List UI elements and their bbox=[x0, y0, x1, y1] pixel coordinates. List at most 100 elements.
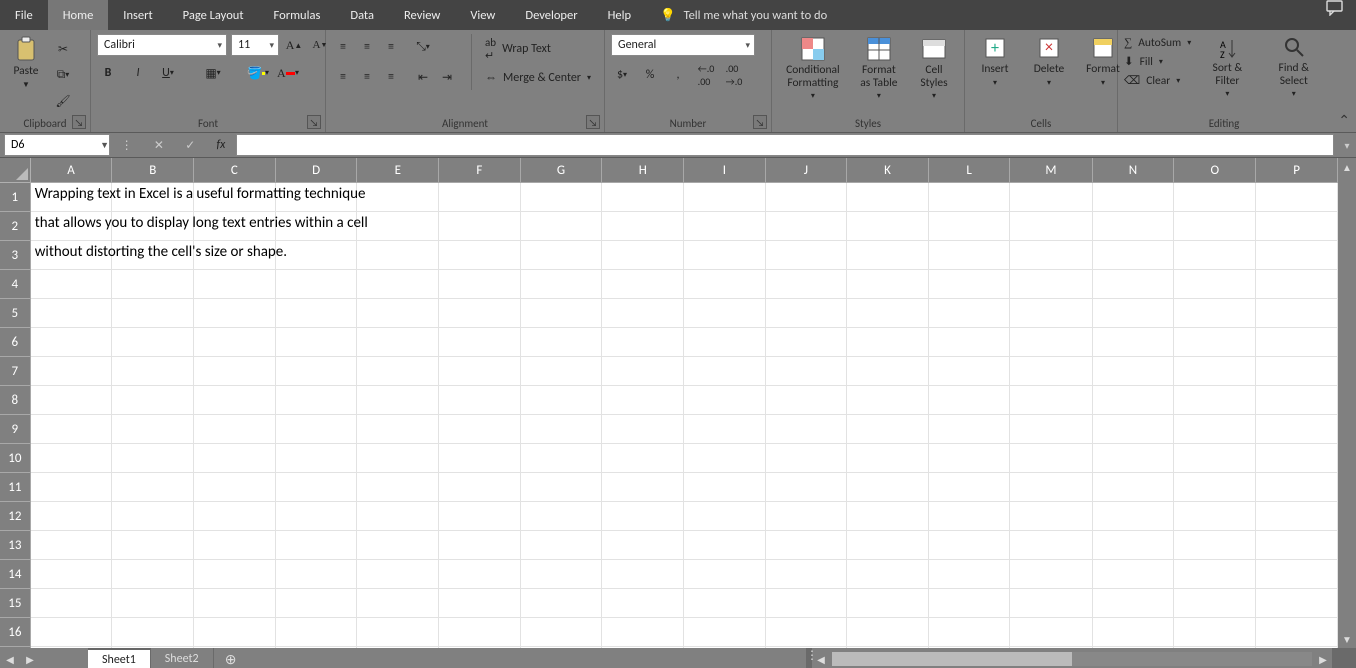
cell-O10[interactable] bbox=[1174, 444, 1256, 473]
name-box[interactable]: D6 ▼ bbox=[4, 134, 110, 156]
cell-E13[interactable] bbox=[357, 531, 439, 560]
cell-I17[interactable] bbox=[684, 647, 766, 649]
cell-N12[interactable] bbox=[1092, 502, 1174, 531]
cell-N14[interactable] bbox=[1092, 560, 1174, 589]
cell-D14[interactable] bbox=[275, 560, 357, 589]
row-header-8[interactable]: 8 bbox=[0, 386, 30, 415]
cell-O9[interactable] bbox=[1174, 415, 1256, 444]
cell-J1[interactable] bbox=[765, 183, 847, 212]
number-format-combo[interactable]: General bbox=[611, 34, 755, 56]
cell-L6[interactable] bbox=[928, 328, 1010, 357]
cell-N13[interactable] bbox=[1092, 531, 1174, 560]
cell-E17[interactable] bbox=[357, 647, 439, 649]
cell-A13[interactable] bbox=[30, 531, 112, 560]
col-header-O[interactable]: O bbox=[1174, 158, 1256, 183]
cell-L2[interactable] bbox=[928, 212, 1010, 241]
cell-J12[interactable] bbox=[765, 502, 847, 531]
namebox-menu-icon[interactable]: ⋮ bbox=[121, 138, 133, 153]
cell-J8[interactable] bbox=[765, 386, 847, 415]
cell-F13[interactable] bbox=[439, 531, 521, 560]
sheet-tab-2[interactable]: Sheet2 bbox=[151, 648, 214, 668]
cell-M14[interactable] bbox=[1010, 560, 1092, 589]
cell-L14[interactable] bbox=[928, 560, 1010, 589]
cell-C16[interactable] bbox=[194, 618, 276, 647]
cell-J16[interactable] bbox=[765, 618, 847, 647]
cell-K12[interactable] bbox=[847, 502, 929, 531]
cell-F3[interactable] bbox=[439, 241, 521, 270]
cell-H11[interactable] bbox=[602, 473, 684, 502]
cell-B8[interactable] bbox=[112, 386, 194, 415]
cell-M4[interactable] bbox=[1010, 270, 1092, 299]
cell-E9[interactable] bbox=[357, 415, 439, 444]
cell-L8[interactable] bbox=[928, 386, 1010, 415]
cell-K4[interactable] bbox=[847, 270, 929, 299]
cell-E12[interactable] bbox=[357, 502, 439, 531]
cell-G9[interactable] bbox=[520, 415, 602, 444]
cell-D10[interactable] bbox=[275, 444, 357, 473]
cell-B4[interactable] bbox=[112, 270, 194, 299]
sort-filter-button[interactable]: AZ Sort & Filter▾ bbox=[1199, 34, 1255, 101]
format-painter-button[interactable]: 🖌 bbox=[52, 90, 74, 112]
cell-C9[interactable] bbox=[194, 415, 276, 444]
cell-H9[interactable] bbox=[602, 415, 684, 444]
cell-A15[interactable] bbox=[30, 589, 112, 618]
cell-B11[interactable] bbox=[112, 473, 194, 502]
tab-formulas[interactable]: Formulas bbox=[259, 0, 336, 30]
cell-H14[interactable] bbox=[602, 560, 684, 589]
cell-E3[interactable] bbox=[357, 241, 439, 270]
cell-I6[interactable] bbox=[684, 328, 766, 357]
alignment-dialog-launcher[interactable]: ↘ bbox=[586, 115, 600, 129]
cell-P7[interactable] bbox=[1256, 357, 1338, 386]
cell-H17[interactable] bbox=[602, 647, 684, 649]
cell-A2[interactable]: that allows you to display long text ent… bbox=[30, 212, 112, 241]
cell-I11[interactable] bbox=[684, 473, 766, 502]
col-header-A[interactable]: A bbox=[30, 158, 112, 183]
cell-K15[interactable] bbox=[847, 589, 929, 618]
col-header-E[interactable]: E bbox=[357, 158, 439, 183]
tab-help[interactable]: Help bbox=[593, 0, 646, 30]
cell-E11[interactable] bbox=[357, 473, 439, 502]
cell-H12[interactable] bbox=[602, 502, 684, 531]
cell-P1[interactable] bbox=[1256, 183, 1338, 212]
increase-decimal-button[interactable]: ←.0.00 bbox=[695, 64, 717, 86]
cell-K5[interactable] bbox=[847, 299, 929, 328]
cell-I4[interactable] bbox=[684, 270, 766, 299]
font-color-button[interactable]: A▾ bbox=[277, 62, 299, 84]
cell-N2[interactable] bbox=[1092, 212, 1174, 241]
col-header-L[interactable]: L bbox=[928, 158, 1010, 183]
row-header-7[interactable]: 7 bbox=[0, 357, 30, 386]
cell-O6[interactable] bbox=[1174, 328, 1256, 357]
tab-file[interactable]: File bbox=[0, 0, 48, 30]
cell-styles-button[interactable]: Cell Styles▾ bbox=[910, 34, 958, 103]
tab-view[interactable]: View bbox=[455, 0, 510, 30]
cell-H5[interactable] bbox=[602, 299, 684, 328]
cell-J3[interactable] bbox=[765, 241, 847, 270]
decrease-indent-button[interactable]: ⇤ bbox=[412, 66, 434, 88]
cell-I1[interactable] bbox=[684, 183, 766, 212]
cell-G6[interactable] bbox=[520, 328, 602, 357]
cell-E7[interactable] bbox=[357, 357, 439, 386]
cell-P5[interactable] bbox=[1256, 299, 1338, 328]
cell-J17[interactable] bbox=[765, 647, 847, 649]
paste-button[interactable]: Paste ▼ bbox=[6, 34, 46, 92]
cell-C6[interactable] bbox=[194, 328, 276, 357]
cell-O14[interactable] bbox=[1174, 560, 1256, 589]
cell-D7[interactable] bbox=[275, 357, 357, 386]
cell-G15[interactable] bbox=[520, 589, 602, 618]
row-header-16[interactable]: 16 bbox=[0, 618, 30, 647]
cell-O16[interactable] bbox=[1174, 618, 1256, 647]
col-header-B[interactable]: B bbox=[112, 158, 194, 183]
cell-P15[interactable] bbox=[1256, 589, 1338, 618]
cell-B9[interactable] bbox=[112, 415, 194, 444]
cell-D11[interactable] bbox=[275, 473, 357, 502]
clipboard-dialog-launcher[interactable]: ↘ bbox=[72, 115, 86, 129]
cell-A10[interactable] bbox=[30, 444, 112, 473]
row-header-5[interactable]: 5 bbox=[0, 299, 30, 328]
cell-O11[interactable] bbox=[1174, 473, 1256, 502]
cell-M5[interactable] bbox=[1010, 299, 1092, 328]
row-header-9[interactable]: 9 bbox=[0, 415, 30, 444]
cell-K7[interactable] bbox=[847, 357, 929, 386]
cell-M9[interactable] bbox=[1010, 415, 1092, 444]
row-header-15[interactable]: 15 bbox=[0, 589, 30, 618]
cell-E4[interactable] bbox=[357, 270, 439, 299]
